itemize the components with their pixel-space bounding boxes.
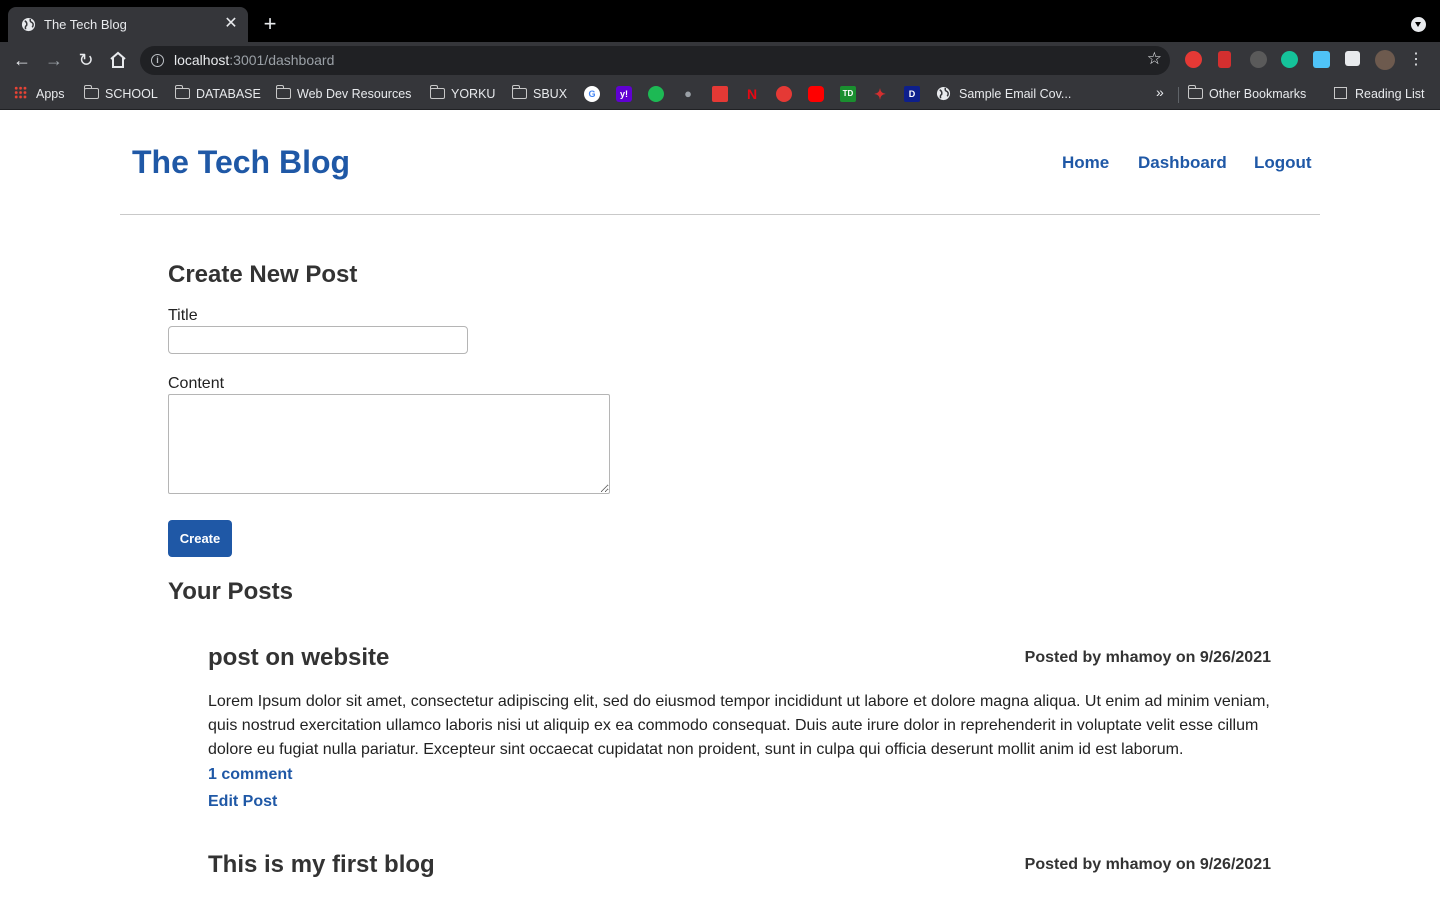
- bank-icon[interactable]: [712, 86, 728, 102]
- abp-icon[interactable]: [1185, 51, 1202, 68]
- reading-list[interactable]: Reading List: [1334, 85, 1425, 103]
- post-body: Lorem Ipsum dolor sit amet, consectetur …: [208, 693, 1270, 758]
- bookmark-folder-sbux[interactable]: SBUX: [511, 85, 568, 103]
- browser-tabstrip: The Tech Blog ✕ +: [0, 0, 1440, 42]
- bookmark-label: YORKU: [451, 87, 496, 101]
- bookmark-apps[interactable]: Apps: [14, 85, 65, 103]
- nav-logout-link[interactable]: Logout: [1254, 153, 1312, 173]
- post-meta: Posted by mhamoy on 9/26/2021: [1024, 649, 1271, 666]
- post-title[interactable]: This is my first blog: [208, 851, 435, 879]
- bookmark-folder-school[interactable]: SCHOOL: [83, 85, 158, 103]
- nav-home-link[interactable]: Home: [1062, 153, 1109, 173]
- chevron-more-icon[interactable]: »: [1156, 84, 1164, 100]
- menu-icon[interactable]: ⋮: [1408, 50, 1424, 70]
- bookmark-label: Apps: [36, 87, 65, 101]
- spotify-icon[interactable]: [648, 86, 664, 102]
- nav-dashboard-link[interactable]: Dashboard: [1138, 153, 1227, 173]
- content-textarea[interactable]: [168, 394, 610, 494]
- folder-icon: [275, 85, 291, 99]
- folder-icon: [174, 85, 190, 99]
- title-input[interactable]: [168, 326, 468, 354]
- bookmark-label: DATABASE: [196, 87, 261, 101]
- bookmark-label: Web Dev Resources: [297, 87, 412, 101]
- close-icon[interactable]: ✕: [222, 15, 240, 33]
- page-content: The Tech Blog Home Dashboard Logout Crea…: [0, 111, 1440, 900]
- tab-search-icon[interactable]: [1411, 17, 1426, 32]
- reload-icon[interactable]: ↻: [74, 48, 98, 72]
- folder-icon: [511, 85, 527, 99]
- forward-arrow-icon[interactable]: →: [42, 48, 66, 72]
- title-label: Title: [168, 307, 198, 324]
- d-icon[interactable]: D: [904, 86, 920, 102]
- folder-icon: [83, 85, 99, 99]
- tab-title: The Tech Blog: [44, 17, 127, 32]
- netflix-icon[interactable]: N: [744, 86, 760, 102]
- browser-tab[interactable]: The Tech Blog ✕: [8, 7, 248, 42]
- bookmark-folder-webdev[interactable]: Web Dev Resources: [275, 85, 412, 103]
- bookmark-folder-yorku[interactable]: YORKU: [429, 85, 496, 103]
- bookmark-sample-email[interactable]: Sample Email Cov...: [936, 85, 1071, 103]
- profile-avatar[interactable]: [1375, 50, 1395, 70]
- bookmark-label: SBUX: [533, 87, 568, 101]
- browser-toolbar: ← → ↻ i localhost:3001/dashboard ☆ ⋮: [0, 42, 1440, 78]
- home-icon[interactable]: [106, 48, 130, 72]
- star-icon[interactable]: ☆: [1147, 49, 1162, 69]
- site-title[interactable]: The Tech Blog: [132, 144, 350, 181]
- bookmark-label: Sample Email Cov...: [959, 87, 1072, 101]
- back-arrow-icon[interactable]: ←: [10, 48, 34, 72]
- globe-icon: [21, 17, 36, 32]
- your-posts-heading: Your Posts: [168, 578, 293, 605]
- url-text: localhost:3001/dashboard: [174, 52, 334, 68]
- bookmark-icon[interactable]: [1218, 51, 1231, 68]
- bookmark-label: Other Bookmarks: [1209, 87, 1307, 101]
- bookmark-label: Reading List: [1355, 87, 1425, 101]
- globe-icon: [936, 86, 951, 101]
- url-host: localhost: [174, 52, 230, 68]
- extension-icon[interactable]: [1250, 51, 1267, 68]
- bookmarks-bar: Apps SCHOOL DATABASE Web Dev Resources Y…: [0, 78, 1440, 110]
- yahoo-icon[interactable]: y!: [616, 86, 632, 102]
- grammarly-icon[interactable]: [1281, 51, 1298, 68]
- td-bank-icon[interactable]: TD: [840, 86, 856, 102]
- maple-leaf-icon[interactable]: ✦: [872, 86, 888, 102]
- google-icon[interactable]: G: [584, 86, 600, 102]
- bookmark-label: SCHOOL: [105, 87, 158, 101]
- reading-list-icon: [1334, 87, 1347, 99]
- address-bar[interactable]: i localhost:3001/dashboard ☆: [140, 46, 1170, 75]
- apple-icon[interactable]: ●: [680, 86, 696, 102]
- folder-icon: [1187, 85, 1203, 99]
- post-title[interactable]: post on website: [208, 644, 389, 672]
- create-post-heading: Create New Post: [168, 261, 358, 288]
- bookmark-folder-database[interactable]: DATABASE: [174, 85, 261, 103]
- create-button[interactable]: Create: [168, 520, 232, 557]
- folder-icon: [429, 85, 445, 99]
- edit-post-link[interactable]: Edit Post: [208, 793, 277, 811]
- url-path: :3001/dashboard: [229, 52, 335, 68]
- new-tab-icon[interactable]: +: [260, 13, 280, 35]
- post-meta: Posted by mhamoy on 9/26/2021: [1024, 856, 1271, 873]
- youtube-icon[interactable]: [808, 86, 824, 102]
- cloud-icon[interactable]: [1313, 51, 1330, 68]
- bookmark-folder-other[interactable]: Other Bookmarks: [1187, 85, 1307, 103]
- puzzle-icon[interactable]: [1345, 51, 1360, 66]
- site-header: The Tech Blog Home Dashboard Logout: [120, 111, 1320, 215]
- comments-link[interactable]: 1 comment: [208, 766, 292, 784]
- content-label: Content: [168, 375, 225, 392]
- info-icon[interactable]: i: [151, 54, 164, 67]
- youtube-music-icon[interactable]: [776, 86, 792, 102]
- apps-grid-icon: [14, 86, 27, 99]
- bookmarks-divider: [1178, 87, 1179, 103]
